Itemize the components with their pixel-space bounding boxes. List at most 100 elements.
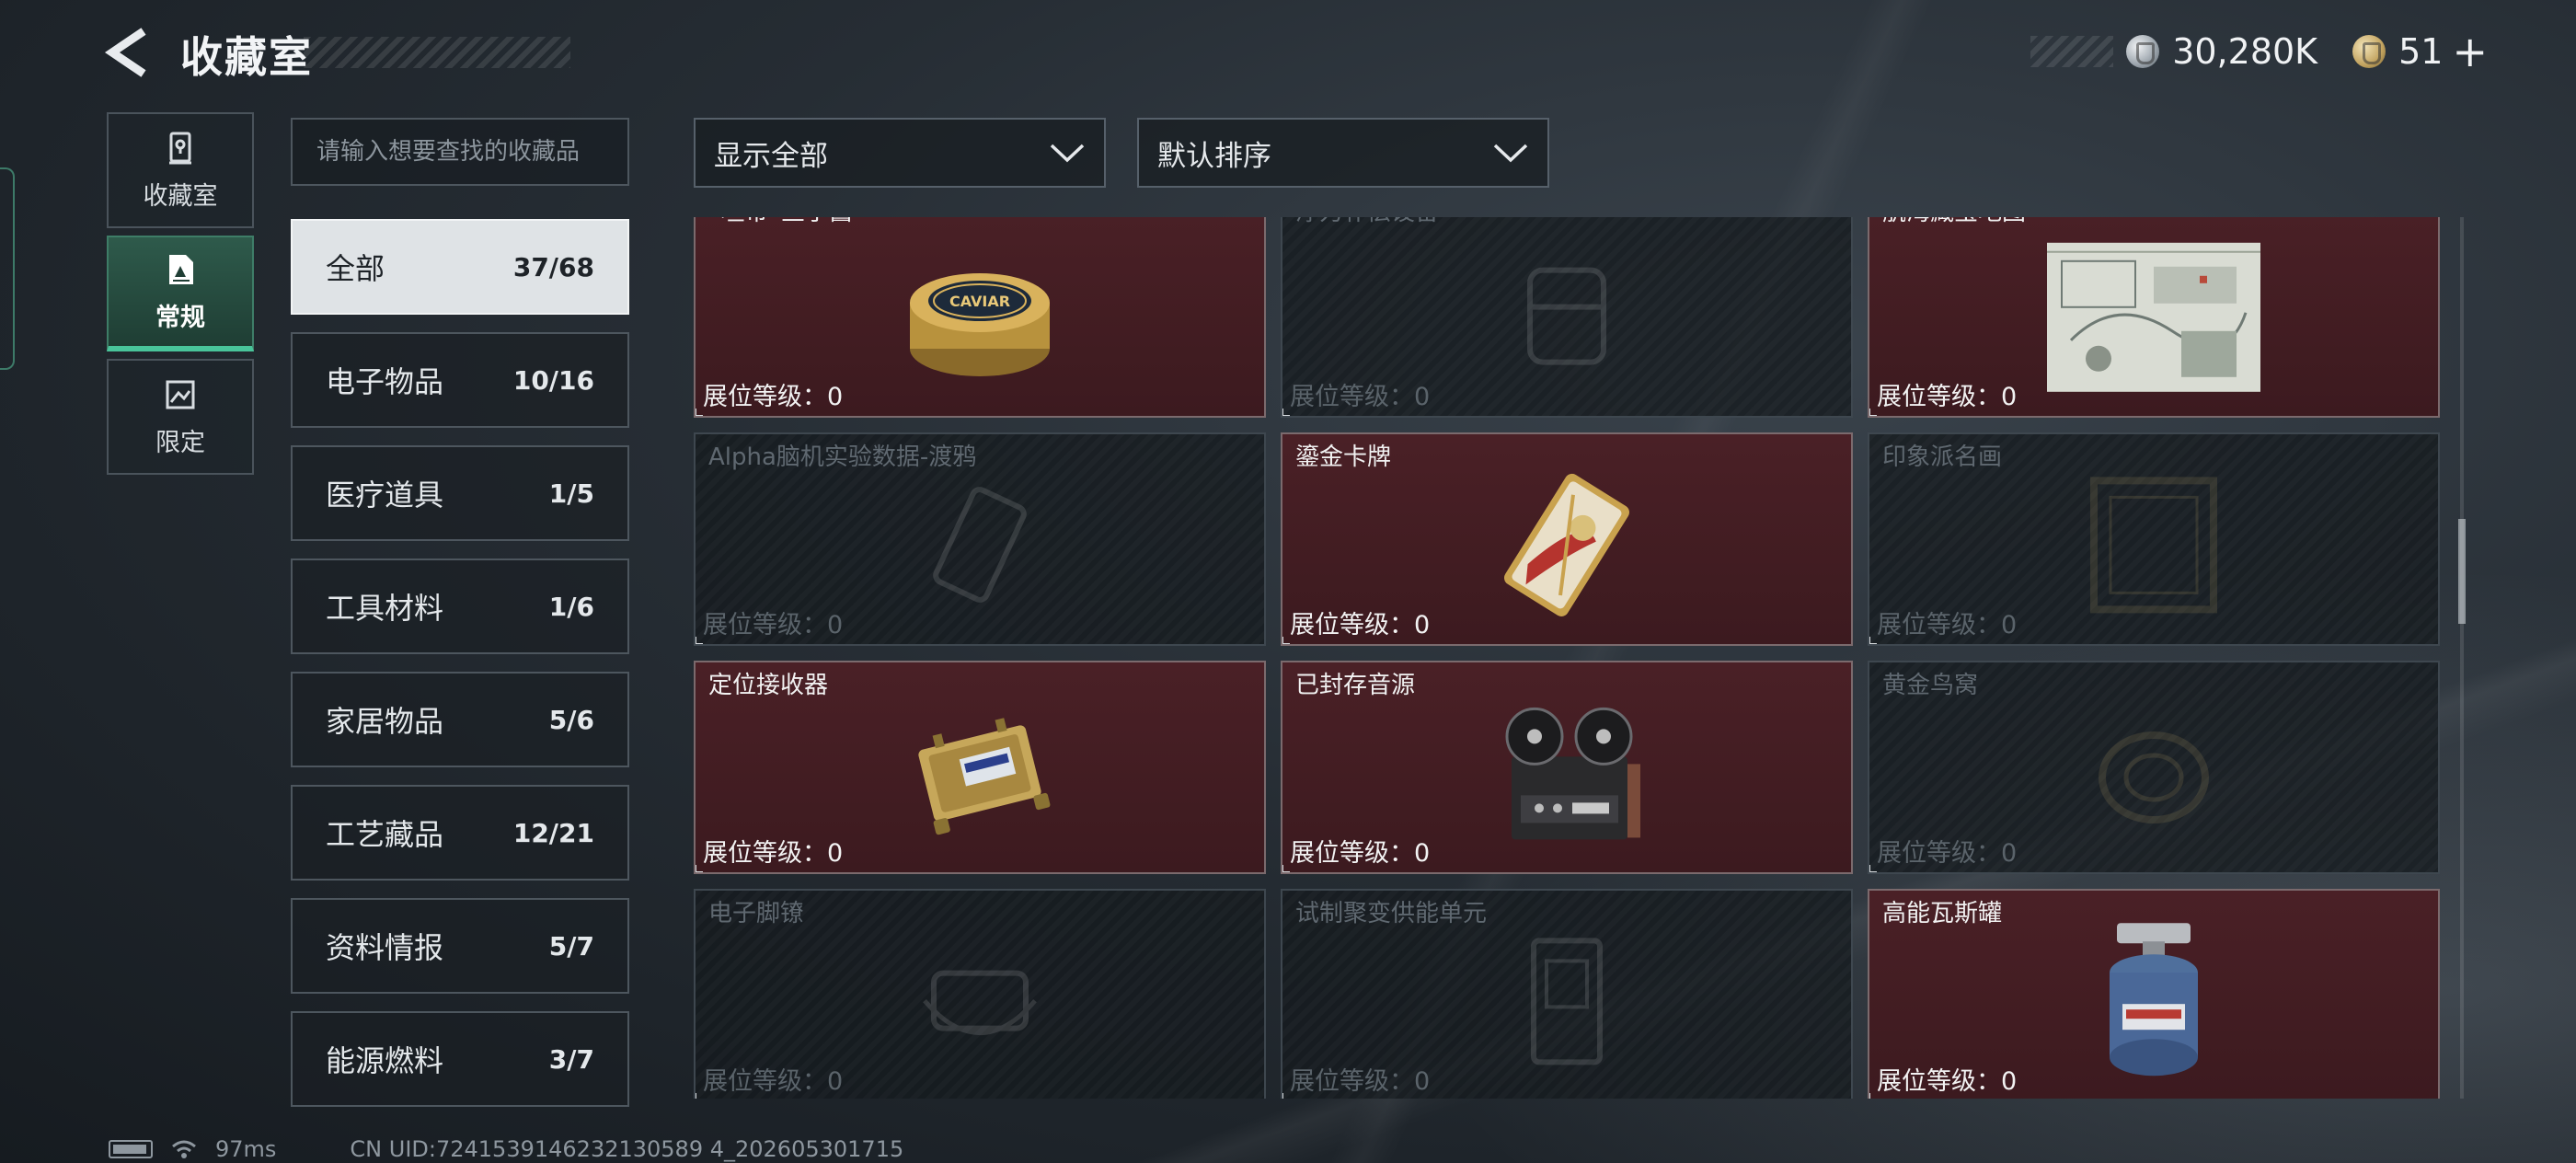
item-name: Alpha脑机实验数据-渡鸦 [708, 443, 977, 471]
category-count: 3/7 [548, 1043, 594, 1075]
category-all[interactable]: 全部 37/68 [291, 219, 629, 315]
collection-card[interactable]: 航海藏宝地图 展位等级：0 [1868, 217, 2440, 418]
chevron-down-icon [1050, 144, 1085, 163]
page-title: 收藏室 [180, 32, 313, 82]
category-count: 37/68 [512, 251, 594, 282]
item-name: 已封存音源 [1295, 672, 1416, 699]
add-currency-button[interactable]: + [2452, 27, 2488, 76]
display-filter-value: 显示全部 [714, 139, 828, 173]
category-list: 全部 37/68 电子物品 10/16 医疗道具 1/5 工具材料 1/6 家居… [291, 219, 629, 1124]
receiver-device-icon [918, 718, 1051, 835]
collection-card[interactable]: Alpha脑机实验数据-渡鸦 展位等级：0 [694, 432, 1266, 646]
item-level: 展位等级：0 [1877, 839, 2018, 868]
currency-bar: 30,280K 51 + [2030, 27, 2488, 76]
user-uid: CN UID:7241539146232130589 4_20260530171… [350, 1136, 904, 1162]
vault-icon [169, 132, 191, 164]
sort-value: 默认排序 [1157, 139, 1271, 173]
category-count: 5/7 [548, 930, 594, 961]
item-name: 试制聚变供能单元 [1295, 900, 1488, 927]
painting-icon [2090, 477, 2217, 614]
collection-card[interactable]: “坦帝”鱼子酱 CAVIAR 展位等级：0 [694, 217, 1266, 418]
item-level: 展位等级：0 [1290, 1067, 1431, 1096]
card-corner [1282, 637, 1290, 644]
back-button[interactable] [103, 28, 158, 77]
chevron-down-icon [1493, 144, 1528, 163]
card-corner [696, 865, 703, 872]
item-level: 展位等级：0 [1290, 383, 1431, 411]
side-tab-label: 限定 [155, 428, 205, 457]
item-level: 展位等级：0 [703, 1067, 844, 1096]
item-level: 展位等级：0 [1877, 1067, 2018, 1096]
collection-card[interactable]: 电子脚镣 展位等级：0 [694, 889, 1266, 1099]
gas-canister-icon [2110, 923, 2198, 1077]
collection-card[interactable]: 鎏金卡牌 展位等级：0 [1281, 432, 1853, 646]
card-corner [1869, 637, 1877, 644]
side-tab-vault[interactable]: 收藏室 [107, 112, 254, 228]
grid-scrollbar-thumb[interactable] [2458, 519, 2466, 624]
reel-recorder-icon [1505, 707, 1640, 840]
side-tab-label: 常规 [155, 303, 205, 332]
item-name: 黄金鸟窝 [1882, 672, 1979, 699]
item-name: 浮力补偿设备 [1295, 217, 1439, 227]
collection-card[interactable]: 定位接收器 展位等级：0 [694, 661, 1266, 874]
item-level: 展位等级：0 [703, 839, 844, 868]
sort-dropdown[interactable]: 默认排序 [1137, 118, 1549, 188]
item-level: 展位等级：0 [1290, 839, 1431, 868]
collection-card[interactable]: 浮力补偿设备 展位等级：0 [1281, 217, 1853, 418]
card-corner [1282, 865, 1290, 872]
item-name: 印象派名画 [1882, 443, 2003, 471]
back-arrow-icon [104, 28, 146, 77]
collection-card[interactable]: 印象派名画 展位等级：0 [1868, 432, 2440, 646]
bird-nest-icon [2099, 731, 2209, 823]
fusion-cell-icon [1531, 938, 1603, 1065]
collection-card[interactable]: 试制聚变供能单元 展位等级：0 [1281, 889, 1853, 1099]
category-name: 工具材料 [326, 591, 444, 626]
category-count: 10/16 [512, 364, 594, 396]
category-name: 家居物品 [326, 704, 444, 739]
category-crafts[interactable]: 工艺藏品 12/21 [291, 785, 629, 881]
category-name: 能源燃料 [326, 1043, 444, 1078]
item-name: 航海藏宝地图 [1882, 217, 2026, 227]
card-corner [696, 637, 703, 644]
item-name: 定位接收器 [708, 672, 829, 699]
category-name: 电子物品 [326, 364, 444, 399]
search-input[interactable] [291, 118, 629, 186]
side-tabs: 收藏室 常规 限定 [107, 112, 254, 482]
category-name: 资料情报 [326, 930, 444, 965]
card-corner [1869, 1093, 1877, 1099]
collection-card[interactable]: 黄金鸟窝 展位等级：0 [1868, 661, 2440, 874]
item-level: 展位等级：0 [1877, 383, 2018, 411]
side-tab-limited[interactable]: 限定 [107, 359, 254, 475]
collection-grid: “坦帝”鱼子酱 CAVIAR 展位等级：0 浮力补偿设备 展位等级：0 航海藏宝… [690, 217, 2447, 1099]
side-tab-regular[interactable]: 常规 [107, 236, 254, 351]
category-count: 12/21 [512, 817, 594, 848]
currency-decoration [2030, 36, 2114, 67]
category-fuel[interactable]: 能源燃料 3/7 [291, 1011, 629, 1107]
display-filter-dropdown[interactable]: 显示全部 [694, 118, 1106, 188]
svg-text:CAVIAR: CAVIAR [949, 293, 1010, 310]
category-household[interactable]: 家居物品 5/6 [291, 672, 629, 767]
item-level: 展位等级：0 [703, 383, 844, 411]
collection-card[interactable]: 已封存音源 展位等级：0 [1281, 661, 1853, 874]
category-tools[interactable]: 工具材料 1/6 [291, 558, 629, 654]
category-intel[interactable]: 资料情报 5/7 [291, 898, 629, 994]
card-corner [1869, 409, 1877, 416]
category-electronics[interactable]: 电子物品 10/16 [291, 332, 629, 428]
silver-currency-value: 30,280K [2172, 31, 2318, 72]
picture-icon [166, 380, 195, 409]
category-medical[interactable]: 医疗道具 1/5 [291, 445, 629, 541]
category-count: 1/6 [548, 591, 594, 622]
grid-scrollbar-track[interactable] [2460, 217, 2464, 1099]
category-name: 工艺藏品 [326, 817, 444, 852]
item-level: 展位等级：0 [703, 611, 844, 639]
item-name: “坦帝”鱼子酱 [708, 217, 853, 227]
diving-gear-icon [1527, 267, 1606, 365]
map-document-icon [2047, 242, 2260, 392]
edge-drawer-handle[interactable] [0, 167, 15, 370]
collection-card[interactable]: 高能瓦斯罐 展位等级：0 [1868, 889, 2440, 1099]
top-bar: 收藏室 30,280K 51 + [0, 0, 2576, 101]
category-name: 全部 [326, 251, 385, 286]
title-decoration [304, 37, 570, 68]
wifi-icon [172, 1140, 196, 1158]
item-level: 展位等级：0 [1290, 611, 1431, 639]
